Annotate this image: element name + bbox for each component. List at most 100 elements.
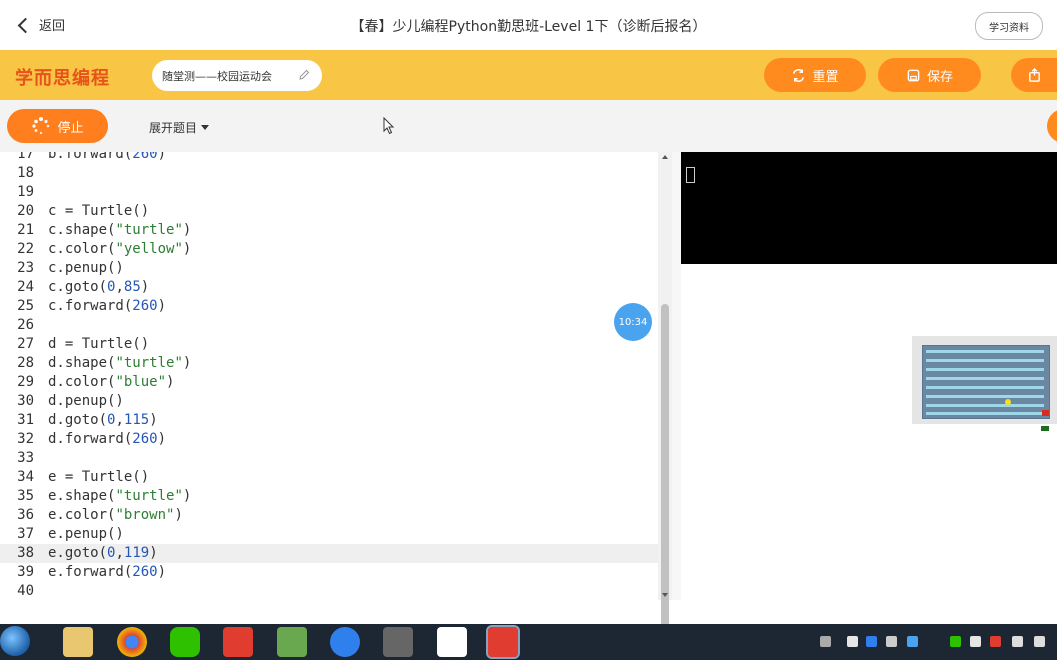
code-text[interactable]: d.shape("turtle") (48, 354, 191, 373)
top-header: 返回 【春】少儿编程Python勤思班-Level 1下（诊断后报名） 学习资料 (0, 0, 1057, 51)
tray-icon[interactable] (866, 636, 877, 647)
code-text[interactable]: d.color("blue") (48, 373, 174, 392)
line-number: 23 (17, 260, 34, 276)
code-line[interactable]: 28 d.shape("turtle") (0, 354, 658, 373)
line-number: 33 (17, 450, 34, 466)
app-icon[interactable] (277, 627, 307, 657)
code-line[interactable]: 40 (0, 582, 658, 600)
reset-label: 重置 (812, 69, 839, 85)
save-button[interactable]: 保存 (878, 58, 981, 92)
upload-icon (1029, 67, 1040, 82)
line-number: 39 (17, 564, 34, 580)
code-line[interactable]: 27 d = Turtle() (0, 335, 658, 354)
code-line[interactable]: 24 c.goto(0,85) (0, 278, 658, 297)
file-explorer-icon[interactable] (63, 627, 93, 657)
line-number: 24 (17, 279, 34, 295)
code-text[interactable]: c.shape("turtle") (48, 221, 191, 240)
line-number: 21 (17, 222, 34, 238)
brand-toolbar: 学而思编程 随堂测——校园运动会 重置 保存 (0, 50, 1057, 100)
code-editor[interactable]: 17 b.forward(260) 18 19 20 c = Turtle() 21 c.sh… (0, 152, 658, 600)
scroll-up-icon[interactable] (662, 155, 668, 159)
os-taskbar (0, 624, 1057, 660)
red-turtle (1042, 410, 1049, 416)
code-text[interactable]: b.forward(260) (48, 152, 166, 164)
line-number: 22 (17, 241, 34, 257)
start-button[interactable] (0, 626, 30, 656)
code-text[interactable]: e.penup() (48, 525, 124, 544)
line-number: 31 (17, 412, 34, 428)
code-text[interactable]: d.penup() (48, 392, 124, 411)
tray-icon[interactable] (820, 636, 831, 647)
stop-button[interactable]: 停止 (7, 109, 108, 143)
code-text[interactable]: e.forward(260) (48, 563, 166, 582)
line-number: 29 (17, 374, 34, 390)
tray-icon[interactable] (950, 636, 961, 647)
course-title: 【春】少儿编程Python勤思班-Level 1下（诊断后报名） (350, 19, 707, 35)
xueersi-app-icon[interactable] (223, 627, 253, 657)
wechat-icon[interactable] (170, 627, 200, 657)
code-line[interactable]: 20 c = Turtle() (0, 202, 658, 221)
scroll-down-icon[interactable] (662, 593, 668, 597)
code-line[interactable]: 30 d.penup() (0, 392, 658, 411)
submit-button[interactable] (1011, 58, 1057, 92)
code-text[interactable]: c.forward(260) (48, 297, 166, 316)
code-text[interactable]: c.goto(0,85) (48, 278, 149, 297)
line-number: 37 (17, 526, 34, 542)
save-label: 保存 (926, 69, 953, 85)
help-icon[interactable] (437, 627, 467, 657)
tray-icon[interactable] (886, 636, 897, 647)
code-text[interactable]: e.color("brown") (48, 506, 183, 525)
code-text[interactable]: c.penup() (48, 259, 124, 278)
project-name-field[interactable]: 随堂测——校园运动会 (152, 60, 322, 91)
tray-icon[interactable] (970, 636, 981, 647)
code-line[interactable]: 35 e.shape("turtle") (0, 487, 658, 506)
tray-icon[interactable] (847, 636, 858, 647)
pencil-icon[interactable] (298, 69, 310, 81)
stage-preview (912, 336, 1057, 431)
line-number: 17 (17, 152, 34, 162)
code-line[interactable]: 33 (0, 449, 658, 468)
printer-icon[interactable] (383, 627, 413, 657)
code-text[interactable]: c = Turtle() (48, 202, 149, 221)
code-text[interactable]: e = Turtle() (48, 468, 149, 487)
code-text[interactable]: e.shape("turtle") (48, 487, 191, 506)
code-line[interactable]: 38 e.goto(0,119) (0, 544, 658, 563)
code-text[interactable]: d.forward(260) (48, 430, 166, 449)
code-line[interactable]: 22 c.color("yellow") (0, 240, 658, 259)
expand-topic-toggle[interactable]: 展开题目 (149, 119, 210, 136)
code-line[interactable]: 21 c.shape("turtle") (0, 221, 658, 240)
code-text[interactable]: d = Turtle() (48, 335, 149, 354)
code-text[interactable]: d.goto(0,115) (48, 411, 158, 430)
scrollbar-thumb[interactable] (661, 304, 669, 656)
network-icon[interactable] (1034, 636, 1045, 647)
code-line[interactable]: 31 d.goto(0,115) (0, 411, 658, 430)
reset-button[interactable]: 重置 (764, 58, 866, 92)
tray-icon[interactable] (907, 636, 918, 647)
line-number: 30 (17, 393, 34, 409)
code-line[interactable]: 26 (0, 316, 658, 335)
feishu-icon[interactable] (330, 627, 360, 657)
code-line[interactable]: 17 b.forward(260) (0, 152, 658, 164)
code-line[interactable]: 18 (0, 164, 658, 183)
code-line[interactable]: 32 d.forward(260) (0, 430, 658, 449)
yellow-turtle (1005, 399, 1011, 405)
xueersi-app-active-icon[interactable] (486, 625, 520, 659)
loading-spinner-icon (32, 117, 50, 135)
study-materials-button[interactable]: 学习资料 (975, 12, 1043, 40)
code-line[interactable]: 36 e.color("brown") (0, 506, 658, 525)
code-line[interactable]: 37 e.penup() (0, 525, 658, 544)
code-line[interactable]: 39 e.forward(260) (0, 563, 658, 582)
code-text[interactable]: c.color("yellow") (48, 240, 191, 259)
code-line[interactable]: 23 c.penup() (0, 259, 658, 278)
code-line[interactable]: 25 c.forward(260) (0, 297, 658, 316)
code-line[interactable]: 29 d.color("blue") (0, 373, 658, 392)
save-icon (907, 69, 920, 81)
tray-icon[interactable] (990, 636, 1001, 647)
chrome-icon[interactable] (117, 627, 147, 657)
code-line[interactable]: 19 (0, 183, 658, 202)
volume-icon[interactable] (1012, 636, 1023, 647)
code-text[interactable]: e.goto(0,119) (48, 544, 158, 563)
pane-splitter[interactable] (672, 152, 681, 600)
editor-scrollbar[interactable] (658, 152, 672, 656)
code-line[interactable]: 34 e = Turtle() (0, 468, 658, 487)
